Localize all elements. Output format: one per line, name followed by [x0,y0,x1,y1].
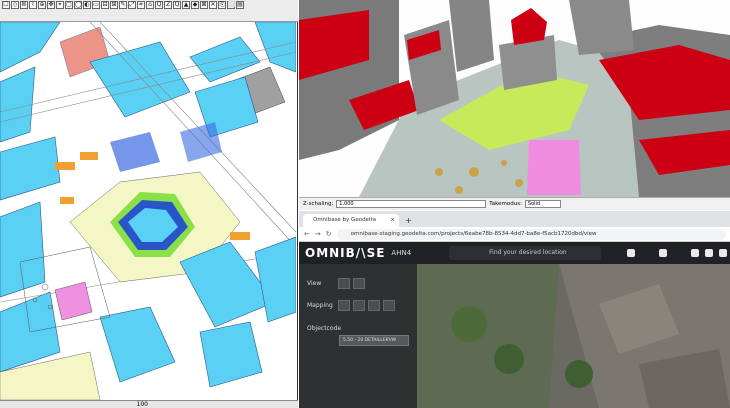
cad-tool-button[interactable]: ✕ [209,1,217,9]
mapping-polygon-button[interactable] [368,300,380,311]
browser-tab[interactable]: Omnibase by Geodelta × [303,214,399,227]
cad-tool-button[interactable]: ⌂ [146,1,154,9]
cad-tool-button[interactable]: ⌖ [56,1,64,9]
cad-map-drawing [0,22,296,400]
zscale-input[interactable]: 1,000 [336,200,487,208]
cad-tool-button[interactable]: ▭ [92,1,100,9]
cad-window: ☐ ◇ Ⅲ ⌇ ⊕ ✥ ⌖ ▢ ◯ ◐ ▭ ⊟ ⊞ ✎ ⤢ ⌗ ⌂ Q Z Q ▲ ◆ ⊠ ✕ ⎘ ⬜ ▤ [0,0,298,408]
cad-tool-button[interactable]: ◆ [191,1,199,9]
map-tools-panel: View Mapping Objectcode 5.50 - 20 DETAIL… [299,264,417,408]
cad-map-canvas[interactable] [0,22,296,400]
takemode-select[interactable]: Solid [524,200,561,208]
mapping-line-button[interactable] [353,300,365,311]
cad-tool-button[interactable]: ⊞ [110,1,118,9]
mapping-point-button[interactable] [338,300,350,311]
address-bar-row: ← → ↻ omnibase-staging.geodelta.com/proj… [299,227,730,242]
cad-tool-button[interactable]: ⌗ [137,1,145,9]
cad-tool-button[interactable]: ▢ [65,1,73,9]
cad-tool-button[interactable]: ⊟ [101,1,109,9]
tab-close-button[interactable]: × [390,214,395,227]
reload-icon[interactable]: ↻ [326,230,332,238]
viewer-3d-controls: Z-schaling: 1,000 Takemodus: Solid [299,197,730,210]
zscale-label: Z-schaling: [303,201,334,207]
layer-select[interactable]: AHN4 [391,249,411,257]
url-field[interactable]: omnibase-staging.geodelta.com/projects/6… [336,228,726,240]
browser-window: Omnibase by Geodelta × + ← → ↻ omnibase-… [299,211,730,408]
cad-tool-button[interactable]: Z [164,1,172,9]
cad-tool-button[interactable]: ▤ [236,1,244,9]
cad-tool-button[interactable]: ◇ [11,1,19,9]
view-rotate-button[interactable] [338,278,350,289]
desktop: ☐ ◇ Ⅲ ⌇ ⊕ ✥ ⌖ ▢ ◯ ◐ ▭ ⊟ ⊞ ✎ ⤢ ⌗ ⌂ Q Z Q ▲ ◆ ⊠ ✕ ⎘ ⬜ ▤ [0,0,730,408]
mapping-undo-button[interactable] [383,300,395,311]
cad-tool-button[interactable]: ⌇ [29,1,37,9]
3d-scene [299,0,730,197]
cad-tool-button[interactable]: ⊕ [38,1,46,9]
cad-tool-button[interactable]: Q [155,1,163,9]
cad-tool-button[interactable]: ⊠ [200,1,208,9]
logout-icon[interactable] [719,249,728,257]
cad-tool-button[interactable]: ◐ [83,1,91,9]
takemode-label: Takemodus: [489,201,522,207]
user-icon[interactable] [691,249,700,257]
cad-tool-button[interactable]: Ⅲ [20,1,28,9]
scale-readout: 100 [136,401,148,408]
view-label: View [307,280,322,287]
omnibase-appbar: OMNIB/\SE AHN4 Find your desired locatio… [299,242,730,264]
objectcode-select[interactable]: 5.50 - 20 DETAILLEKVW [339,335,409,346]
view-pan-button[interactable] [353,278,365,289]
cad-tool-button[interactable]: ⎘ [218,1,226,9]
back-icon[interactable]: ← [304,230,310,238]
tab-title: Omnibase by Geodelta [313,217,376,223]
search-placeholder: Find your desired location [489,249,567,256]
objectcode-label: Objectcode [307,325,342,332]
cad-statusbar: 100 [0,400,298,408]
cad-tool-button[interactable]: ✥ [47,1,55,9]
cad-tool-button[interactable]: ⤢ [128,1,136,9]
cad-tool-button[interactable]: ☐ [2,1,10,9]
cad-tool-button[interactable]: ◯ [74,1,82,9]
new-tab-button[interactable]: + [405,214,412,227]
tab-strip: Omnibase by Geodelta × + [299,211,730,227]
forward-icon[interactable]: → [315,230,321,238]
viewer-3d[interactable] [299,0,730,197]
cad-tool-button[interactable]: Q [173,1,181,9]
cad-toolbar: ☐ ◇ Ⅲ ⌇ ⊕ ✥ ⌖ ▢ ◯ ◐ ▭ ⊟ ⊞ ✎ ⤢ ⌗ ⌂ Q Z Q ▲ ◆ ⊠ ✕ ⎘ ⬜ ▤ [0,0,298,22]
cad-tool-button[interactable]: ✎ [119,1,127,9]
camera-icon[interactable] [627,249,636,257]
omnibase-logo: OMNIB/\SE [305,246,386,260]
mapping-label: Mapping [307,302,333,309]
cad-tool-button[interactable]: ▲ [182,1,190,9]
cad-tool-button[interactable]: ⬜ [227,1,235,9]
location-search[interactable]: Find your desired location [449,246,602,260]
help-icon[interactable] [705,249,714,257]
share-icon[interactable] [659,249,668,257]
